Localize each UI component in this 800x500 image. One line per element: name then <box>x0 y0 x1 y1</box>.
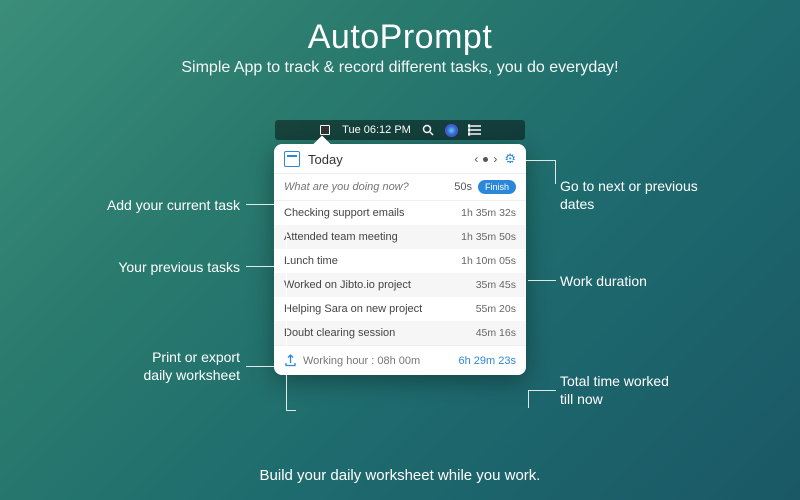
macos-menubar: Tue 06:12 PM <box>275 120 525 140</box>
settings-gear-icon[interactable]: ⚙ <box>504 151 516 167</box>
app-popover: Today ‹ › ⚙ 50s Finish Checking support … <box>274 144 526 375</box>
calendar-icon <box>284 151 300 167</box>
task-duration: 35m 45s <box>476 279 516 291</box>
task-row[interactable]: Worked on Jibto.io project35m 45s <box>274 273 526 297</box>
app-menubar-icon[interactable] <box>318 123 332 137</box>
current-task-row: 50s Finish <box>274 174 526 201</box>
notification-center-icon[interactable] <box>468 123 482 137</box>
connector-line <box>286 230 287 350</box>
task-name: Attended team meeting <box>284 231 461 243</box>
menubar-clock: Tue 06:12 PM <box>342 124 411 136</box>
popover-title: Today <box>308 152 473 167</box>
prev-date-button[interactable]: ‹ <box>473 152 479 166</box>
connector-line <box>528 390 529 408</box>
next-date-button[interactable]: › <box>492 152 498 166</box>
task-duration: 45m 16s <box>476 327 516 339</box>
current-task-elapsed: 50s <box>454 181 472 193</box>
spotlight-icon[interactable] <box>421 123 435 137</box>
connector-line <box>505 160 555 161</box>
task-name: Worked on Jibto.io project <box>284 279 476 291</box>
hero-title: AutoPrompt <box>0 0 800 57</box>
connector-line <box>246 366 286 367</box>
task-duration: 1h 10m 05s <box>461 255 516 267</box>
current-task-input[interactable] <box>284 181 454 193</box>
callout-export: Print or export daily worksheet <box>40 348 240 384</box>
task-name: Checking support emails <box>284 207 461 219</box>
callout-total-time: Total time worked till now <box>560 372 760 408</box>
task-duration: 1h 35m 50s <box>461 231 516 243</box>
task-row[interactable]: Checking support emails1h 35m 32s <box>274 201 526 225</box>
task-row[interactable]: Lunch time1h 10m 05s <box>274 249 526 273</box>
today-dot-icon[interactable] <box>483 157 488 162</box>
task-name: Doubt clearing session <box>284 327 476 339</box>
connector-line <box>528 390 556 391</box>
task-row[interactable]: Helping Sara on new project55m 20s <box>274 297 526 321</box>
callout-add-task: Add your current task <box>40 196 240 214</box>
hero-subtitle: Simple App to track & record different t… <box>0 59 800 77</box>
connector-line <box>528 280 556 281</box>
task-list: Checking support emails1h 35m 32sAttende… <box>274 201 526 345</box>
task-duration: 55m 20s <box>476 303 516 315</box>
connector-line <box>246 266 286 267</box>
task-row[interactable]: Doubt clearing session45m 16s <box>274 321 526 345</box>
hero-footer: Build your daily worksheet while you wor… <box>0 467 800 484</box>
connector-line <box>246 204 286 205</box>
task-name: Lunch time <box>284 255 461 267</box>
connector-line <box>555 160 556 184</box>
date-nav: ‹ › <box>473 152 498 166</box>
callout-nav-dates: Go to next or previous dates <box>560 177 760 213</box>
callout-work-duration: Work duration <box>560 272 760 290</box>
total-time: 6h 29m 23s <box>459 355 516 367</box>
working-hours-label: Working hour : 08h 00m <box>303 355 459 367</box>
task-duration: 1h 35m 32s <box>461 207 516 219</box>
popover-footer: Working hour : 08h 00m 6h 29m 23s <box>274 345 526 375</box>
siri-icon[interactable] <box>445 124 458 137</box>
task-name: Helping Sara on new project <box>284 303 476 315</box>
callout-prev-tasks: Your previous tasks <box>40 258 240 276</box>
task-row[interactable]: Attended team meeting1h 35m 50s <box>274 225 526 249</box>
connector-line <box>286 410 296 411</box>
connector-line <box>286 366 287 410</box>
finish-button[interactable]: Finish <box>478 180 516 194</box>
popover-header: Today ‹ › ⚙ <box>274 144 526 174</box>
